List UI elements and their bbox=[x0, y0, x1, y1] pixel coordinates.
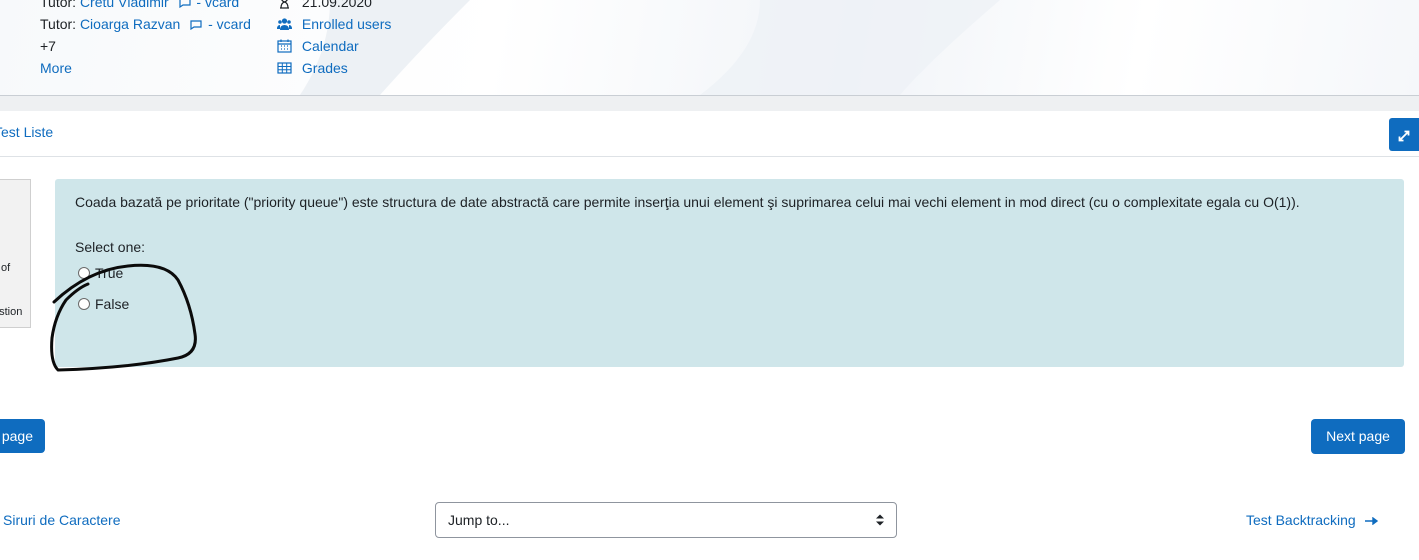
collapse-blocks-button[interactable] bbox=[1389, 118, 1419, 151]
select-one-prompt: Select one: bbox=[75, 239, 146, 255]
users-icon bbox=[277, 18, 292, 30]
tutor-list: Tutor: Cretu Vladimir - vcard Tutor: Cio… bbox=[40, 0, 251, 79]
flag-question-text[interactable]: estion bbox=[0, 306, 22, 318]
grades-link[interactable]: Grades bbox=[277, 57, 391, 79]
next-page-button[interactable]: Next page bbox=[1311, 419, 1405, 454]
question-text: Coada bazată pe prioritate ("priority qu… bbox=[75, 194, 1300, 210]
header-separator bbox=[0, 96, 1419, 111]
vcard-link[interactable]: - vcard bbox=[196, 0, 239, 10]
course-date-text: 21.09.2020 bbox=[301, 0, 372, 10]
tutor-name-link[interactable]: Cioarga Razvan bbox=[80, 16, 180, 32]
option-true-label[interactable]: True bbox=[95, 265, 123, 281]
message-icon[interactable] bbox=[190, 20, 202, 31]
tutor-label: Tutor: bbox=[40, 16, 77, 32]
radio-true[interactable] bbox=[78, 267, 90, 279]
next-activity-link[interactable]: Test Backtracking bbox=[1246, 512, 1356, 528]
question-content: Coada bazată pe prioritate ("priority qu… bbox=[55, 179, 1404, 367]
compress-icon bbox=[1398, 130, 1410, 142]
tutor-entry: Tutor: Cioarga Razvan - vcard bbox=[40, 13, 251, 35]
calendar-icon bbox=[277, 39, 292, 53]
question-info-text: of bbox=[1, 262, 11, 274]
jump-to-select[interactable]: Jump to... bbox=[435, 502, 897, 538]
tutor-entry: Tutor: Cretu Vladimir - vcard bbox=[40, 0, 251, 13]
table-icon bbox=[277, 62, 292, 74]
message-icon[interactable] bbox=[178, 0, 191, 9]
breadcrumb-bar: Test Liste bbox=[0, 112, 1419, 157]
arrow-right-icon bbox=[1364, 517, 1378, 526]
previous-page-button[interactable]: page bbox=[0, 419, 45, 453]
question-info-panel: of estion bbox=[0, 179, 31, 328]
calendar-label[interactable]: Calendar bbox=[302, 38, 359, 54]
option-false[interactable]: False bbox=[78, 296, 129, 312]
radio-false[interactable] bbox=[78, 298, 90, 310]
hourglass-icon bbox=[280, 0, 289, 9]
select-arrows-icon bbox=[876, 514, 884, 526]
more-count: +7 bbox=[40, 38, 56, 54]
option-true[interactable]: True bbox=[78, 265, 123, 281]
more-link[interactable]: More bbox=[40, 57, 251, 79]
next-activity[interactable]: Test Backtracking bbox=[1246, 512, 1378, 528]
course-date: 21.09.2020 bbox=[277, 0, 391, 13]
enrolled-users-link[interactable]: Enrolled users bbox=[277, 13, 391, 35]
jump-to-value: Jump to... bbox=[448, 512, 510, 528]
enrolled-users-label[interactable]: Enrolled users bbox=[302, 16, 392, 32]
grades-label[interactable]: Grades bbox=[302, 60, 348, 76]
previous-activity-link[interactable]: Siruri de Caractere bbox=[3, 512, 121, 528]
breadcrumb-link[interactable]: Test Liste bbox=[0, 124, 53, 140]
course-header: Tutor: Cretu Vladimir - vcard Tutor: Cio… bbox=[0, 0, 1419, 96]
course-nav-links: 21.09.2020 Enrolled users Calendar Grade… bbox=[277, 0, 391, 79]
vcard-link[interactable]: - vcard bbox=[208, 16, 251, 32]
tutor-name-link[interactable]: Cretu Vladimir bbox=[80, 0, 169, 10]
calendar-link[interactable]: Calendar bbox=[277, 35, 391, 57]
tutor-label: Tutor: bbox=[40, 0, 77, 10]
option-false-label[interactable]: False bbox=[95, 296, 129, 312]
